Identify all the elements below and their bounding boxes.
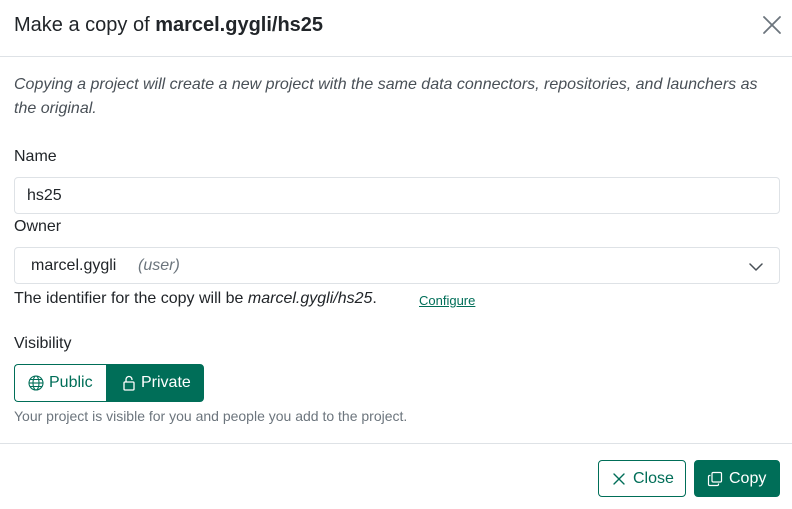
modal-title-prefix: Make a copy of [14,14,150,36]
name-label: Name [14,148,57,165]
name-input[interactable] [14,177,780,214]
visibility-private-label: Private [141,374,191,391]
owner-label: Owner [14,218,62,235]
identifier-prefix: The identifier for the copy will be [14,290,244,307]
identifier-text: The identifier for the copy will be marc… [14,289,377,309]
owner-select-kind: (user) [138,257,180,274]
lock-icon [123,375,135,391]
close-button[interactable]: Close [598,460,686,497]
visibility-private-button[interactable]: Private [106,364,204,402]
close-icon[interactable] [760,13,784,37]
owner-select[interactable]: marcel.gygli (user) [14,247,780,284]
close-button-label: Close [633,469,674,487]
chevron-down-icon [749,263,763,271]
modal-header: Make a copy of marcel.gygli/hs25 [0,0,792,57]
visibility-help-text: Your project is visible for you and peop… [14,408,408,424]
modal-description: Copying a project will create a new proj… [14,76,758,117]
modal-title-project: marcel.gygli/hs25 [155,14,324,36]
visibility-public-label: Public [49,374,93,391]
copy-button-label: Copy [729,469,767,487]
visibility-label: Visibility [14,335,72,352]
close-icon [613,472,625,485]
identifier-suffix: . [372,290,377,307]
configure-link[interactable]: Configure [419,292,475,309]
identifier-value: marcel.gygli/hs25 [247,290,373,307]
copy-icon [707,471,723,486]
modal-title: Make a copy of marcel.gygli/hs25 [14,13,323,37]
globe-icon [28,375,44,391]
owner-select-value: marcel.gygli [31,257,117,274]
visibility-toggle-group: Public Private [14,364,204,402]
visibility-public-button[interactable]: Public [14,364,106,402]
copy-button[interactable]: Copy [694,460,780,497]
